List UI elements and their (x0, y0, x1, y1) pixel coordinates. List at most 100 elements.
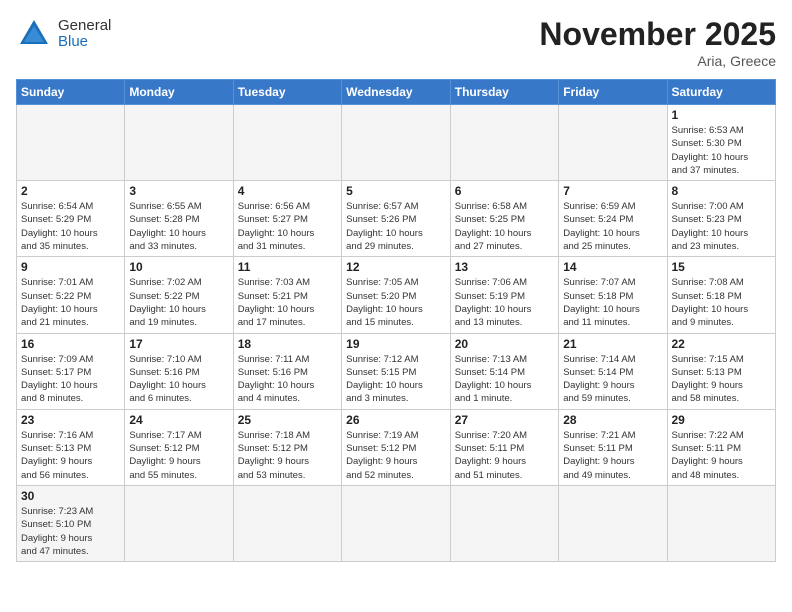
day-number: 4 (238, 184, 337, 198)
month-title: November 2025 (539, 16, 776, 53)
calendar-day-cell: 9 Sunrise: 7:01 AM Sunset: 5:22 PM Daylig… (17, 257, 125, 333)
day-info: Sunrise: 6:53 AM Sunset: 5:30 PM Dayligh… (672, 124, 772, 177)
day-number: 30 (21, 489, 120, 503)
day-number: 18 (238, 337, 337, 351)
day-number: 6 (455, 184, 554, 198)
day-info: Sunrise: 7:18 AM Sunset: 5:12 PM Dayligh… (238, 429, 337, 482)
day-info: Sunrise: 7:14 AM Sunset: 5:14 PM Dayligh… (563, 353, 662, 406)
day-info: Sunrise: 6:58 AM Sunset: 5:25 PM Dayligh… (455, 200, 554, 253)
calendar-day-cell (342, 105, 451, 181)
calendar-day-cell: 3Sunrise: 6:55 AM Sunset: 5:28 PM Daylig… (125, 181, 233, 257)
day-number: 12 (346, 260, 446, 274)
day-info: Sunrise: 7:03 AM Sunset: 5:21 PM Dayligh… (238, 276, 337, 329)
day-number: 28 (563, 413, 662, 427)
day-info: Sunrise: 7:08 AM Sunset: 5:18 PM Dayligh… (672, 276, 772, 329)
day-number: 20 (455, 337, 554, 351)
day-info: Sunrise: 7:01 AM Sunset: 5:22 PM Dayligh… (21, 276, 120, 329)
calendar-week-row: 2Sunrise: 6:54 AM Sunset: 5:29 PM Daylig… (17, 181, 776, 257)
day-number: 9 (21, 260, 120, 274)
calendar-day-cell: 15 Sunrise: 7:08 AM Sunset: 5:18 PM Dayli… (667, 257, 776, 333)
page-header: General Blue November 2025 Aria, Greece (16, 16, 776, 69)
calendar-day-cell: 23 Sunrise: 7:16 AM Sunset: 5:13 PM Dayli… (17, 409, 125, 485)
day-info: Sunrise: 6:57 AM Sunset: 5:26 PM Dayligh… (346, 200, 446, 253)
day-number: 29 (672, 413, 772, 427)
day-info: Sunrise: 7:16 AM Sunset: 5:13 PM Dayligh… (21, 429, 120, 482)
calendar-day-cell (559, 485, 667, 561)
calendar-day-cell: 22 Sunrise: 7:15 AM Sunset: 5:13 PM Dayli… (667, 333, 776, 409)
day-number: 23 (21, 413, 120, 427)
calendar-day-cell: 29 Sunrise: 7:22 AM Sunset: 5:11 PM Dayli… (667, 409, 776, 485)
day-number: 11 (238, 260, 337, 274)
day-number: 3 (129, 184, 228, 198)
day-number: 17 (129, 337, 228, 351)
calendar-day-cell: 26Sunrise: 7:19 AM Sunset: 5:12 PM Dayli… (342, 409, 451, 485)
calendar-day-cell: 6 Sunrise: 6:58 AM Sunset: 5:25 PM Daylig… (450, 181, 558, 257)
day-number: 13 (455, 260, 554, 274)
logo-text: General Blue (58, 18, 111, 51)
calendar-table: SundayMondayTuesdayWednesdayThursdayFrid… (16, 79, 776, 562)
calendar-day-cell: 16Sunrise: 7:09 AM Sunset: 5:17 PM Dayli… (17, 333, 125, 409)
day-info: Sunrise: 7:21 AM Sunset: 5:11 PM Dayligh… (563, 429, 662, 482)
day-number: 1 (672, 108, 772, 122)
day-number: 7 (563, 184, 662, 198)
location-subtitle: Aria, Greece (539, 53, 776, 69)
weekday-header-monday: Monday (125, 80, 233, 105)
calendar-day-cell: 17Sunrise: 7:10 AM Sunset: 5:16 PM Dayli… (125, 333, 233, 409)
calendar-day-cell: 8 Sunrise: 7:00 AM Sunset: 5:23 PM Daylig… (667, 181, 776, 257)
weekday-header-thursday: Thursday (450, 80, 558, 105)
calendar-day-cell: 11 Sunrise: 7:03 AM Sunset: 5:21 PM Dayli… (233, 257, 341, 333)
weekday-header-tuesday: Tuesday (233, 80, 341, 105)
weekday-header-friday: Friday (559, 80, 667, 105)
calendar-week-row: 30Sunrise: 7:23 AM Sunset: 5:10 PM Dayli… (17, 485, 776, 561)
calendar-day-cell: 25 Sunrise: 7:18 AM Sunset: 5:12 PM Dayli… (233, 409, 341, 485)
calendar-day-cell (233, 485, 341, 561)
day-info: Sunrise: 7:17 AM Sunset: 5:12 PM Dayligh… (129, 429, 228, 482)
calendar-day-cell (233, 105, 341, 181)
calendar-week-row: 16Sunrise: 7:09 AM Sunset: 5:17 PM Dayli… (17, 333, 776, 409)
day-number: 8 (672, 184, 772, 198)
weekday-header-wednesday: Wednesday (342, 80, 451, 105)
day-number: 2 (21, 184, 120, 198)
calendar-day-cell: 19Sunrise: 7:12 AM Sunset: 5:15 PM Dayli… (342, 333, 451, 409)
calendar-week-row: 9 Sunrise: 7:01 AM Sunset: 5:22 PM Daylig… (17, 257, 776, 333)
calendar-day-cell: 2Sunrise: 6:54 AM Sunset: 5:29 PM Daylig… (17, 181, 125, 257)
logo-icon (16, 16, 52, 52)
day-info: Sunrise: 7:22 AM Sunset: 5:11 PM Dayligh… (672, 429, 772, 482)
calendar-day-cell: 10Sunrise: 7:02 AM Sunset: 5:22 PM Dayli… (125, 257, 233, 333)
day-info: Sunrise: 7:06 AM Sunset: 5:19 PM Dayligh… (455, 276, 554, 329)
day-number: 26 (346, 413, 446, 427)
calendar-day-cell (450, 105, 558, 181)
day-number: 24 (129, 413, 228, 427)
calendar-day-cell: 21 Sunrise: 7:14 AM Sunset: 5:14 PM Dayli… (559, 333, 667, 409)
day-info: Sunrise: 7:15 AM Sunset: 5:13 PM Dayligh… (672, 353, 772, 406)
calendar-day-cell (342, 485, 451, 561)
calendar-day-cell: 24 Sunrise: 7:17 AM Sunset: 5:12 PM Dayli… (125, 409, 233, 485)
calendar-week-row: 23 Sunrise: 7:16 AM Sunset: 5:13 PM Dayli… (17, 409, 776, 485)
weekday-header-row: SundayMondayTuesdayWednesdayThursdayFrid… (17, 80, 776, 105)
day-number: 27 (455, 413, 554, 427)
day-info: Sunrise: 6:56 AM Sunset: 5:27 PM Dayligh… (238, 200, 337, 253)
day-number: 25 (238, 413, 337, 427)
calendar-day-cell: 28 Sunrise: 7:21 AM Sunset: 5:11 PM Dayli… (559, 409, 667, 485)
calendar-day-cell: 7Sunrise: 6:59 AM Sunset: 5:24 PM Daylig… (559, 181, 667, 257)
weekday-header-sunday: Sunday (17, 80, 125, 105)
day-info: Sunrise: 7:12 AM Sunset: 5:15 PM Dayligh… (346, 353, 446, 406)
calendar-day-cell: 12Sunrise: 7:05 AM Sunset: 5:20 PM Dayli… (342, 257, 451, 333)
calendar-day-cell (559, 105, 667, 181)
day-info: Sunrise: 7:02 AM Sunset: 5:22 PM Dayligh… (129, 276, 228, 329)
day-number: 16 (21, 337, 120, 351)
day-number: 5 (346, 184, 446, 198)
logo: General Blue (16, 16, 111, 52)
calendar-day-cell (667, 485, 776, 561)
day-number: 15 (672, 260, 772, 274)
day-number: 22 (672, 337, 772, 351)
day-info: Sunrise: 7:11 AM Sunset: 5:16 PM Dayligh… (238, 353, 337, 406)
day-number: 14 (563, 260, 662, 274)
day-number: 21 (563, 337, 662, 351)
day-info: Sunrise: 7:13 AM Sunset: 5:14 PM Dayligh… (455, 353, 554, 406)
day-info: Sunrise: 7:07 AM Sunset: 5:18 PM Dayligh… (563, 276, 662, 329)
weekday-header-saturday: Saturday (667, 80, 776, 105)
day-info: Sunrise: 7:00 AM Sunset: 5:23 PM Dayligh… (672, 200, 772, 253)
calendar-day-cell (17, 105, 125, 181)
calendar-day-cell: 1 Sunrise: 6:53 AM Sunset: 5:30 PM Daylig… (667, 105, 776, 181)
